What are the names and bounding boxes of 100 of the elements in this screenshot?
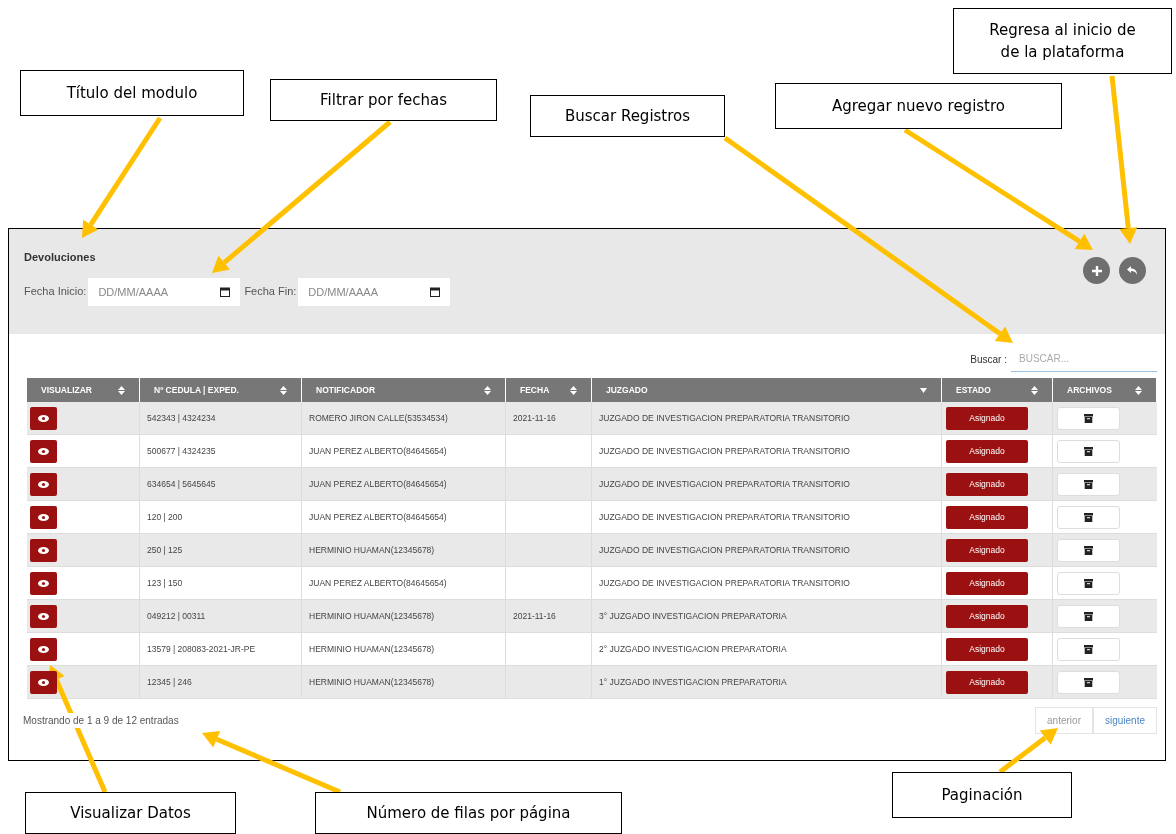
sort-icon: [484, 385, 491, 395]
status-badge: Asignado: [946, 439, 1028, 463]
callout-text: de la plataforma: [1000, 42, 1125, 63]
reply-arrow-icon: [1127, 265, 1138, 276]
table-cell: HERMINIO HUAMAN(12345678): [309, 676, 435, 689]
files-button[interactable]: [1057, 406, 1120, 430]
table-cell: 123 | 150: [147, 577, 183, 590]
table-cell: JUZGADO DE INVESTIGACION PREPARATORIA TRANSITORIO: [599, 478, 850, 491]
archive-icon: [1084, 545, 1093, 555]
archive-icon: [1084, 512, 1093, 522]
view-button[interactable]: [30, 505, 57, 529]
view-button[interactable]: [30, 439, 57, 463]
table-cell: 2° JUZGADO INVESTIGACION PREPARATORIA: [599, 643, 787, 656]
eye-icon: [38, 414, 49, 422]
pagination-button[interactable]: siguiente: [1092, 707, 1157, 734]
search-label: Buscar :: [970, 352, 1007, 367]
status-badge: Asignado: [946, 406, 1028, 430]
archive-icon: [1084, 644, 1093, 654]
table-cell: JUZGADO DE INVESTIGACION PREPARATORIA TRANSITORIO: [599, 577, 850, 590]
table-cell: JUAN PEREZ ALBERTO(84645654): [309, 511, 447, 524]
table-cell: JUZGADO DE INVESTIGACION PREPARATORIA TRANSITORIO: [599, 412, 850, 425]
status-badge: Asignado: [946, 637, 1028, 661]
search-field[interactable]: BUSCAR...: [1011, 346, 1157, 372]
table-cell: ROMERO JIRON CALLE(53534534): [309, 412, 448, 425]
table-cell: HERMINIO HUAMAN(12345678): [309, 544, 435, 557]
archive-icon: [1084, 446, 1093, 456]
table-cell: 2021-11-16: [513, 610, 556, 623]
status-badge: Asignado: [946, 571, 1028, 595]
files-button[interactable]: [1057, 670, 1120, 694]
table-cell: 500677 | 4324235: [147, 445, 216, 458]
view-button[interactable]: [30, 571, 57, 595]
eye-icon: [38, 579, 49, 587]
status-badge: Asignado: [946, 670, 1028, 694]
view-button[interactable]: [30, 670, 57, 694]
table-cell: JUAN PEREZ ALBERTO(84645654): [309, 478, 447, 491]
date-label: Fecha Inicio:: [24, 284, 87, 300]
status-badge: Asignado: [946, 505, 1028, 529]
table-cell: 634654 | 5645645: [147, 478, 216, 491]
table-cell: JUAN PEREZ ALBERTO(84645654): [309, 577, 447, 590]
date-field[interactable]: DD/MM/AAAA: [298, 277, 451, 306]
table-cell: 12345 | 246: [147, 676, 192, 689]
date-field[interactable]: DD/MM/AAAA: [88, 277, 241, 306]
module-title: Devoluciones: [24, 250, 96, 265]
sort-descending-icon: [920, 387, 927, 393]
table-cell: 1° JUZGADO INVESTIGACION PREPARATORIA: [599, 676, 787, 689]
back-button[interactable]: [1119, 257, 1146, 284]
view-button[interactable]: [30, 472, 57, 496]
sort-icon: [118, 385, 125, 395]
eye-icon: [38, 513, 49, 521]
callout-text: Filtrar por fechas: [320, 90, 447, 111]
table-cell: HERMINIO HUAMAN(12345678): [309, 610, 435, 623]
archive-icon: [1084, 479, 1093, 489]
callout-text: Regresa al inicio de: [989, 20, 1136, 41]
files-button[interactable]: [1057, 604, 1120, 628]
table-cell: 13579 | 208083-2021-JR-PE: [147, 643, 256, 656]
callout-text: Buscar Registros: [564, 106, 691, 127]
table-cell: HERMINIO HUAMAN(12345678): [309, 643, 435, 656]
table-cell: 049212 | 00311: [147, 610, 206, 623]
sort-icon: [570, 385, 577, 395]
eye-icon: [38, 546, 49, 554]
table-cell: 120 | 200: [147, 511, 183, 524]
add-button[interactable]: [1083, 257, 1110, 284]
view-button[interactable]: [30, 406, 57, 430]
table-cell: JUZGADO DE INVESTIGACION PREPARATORIA TRANSITORIO: [599, 544, 850, 557]
callout-text: Paginación: [941, 785, 1023, 806]
files-button[interactable]: [1057, 439, 1120, 463]
status-badge: Asignado: [946, 538, 1028, 562]
view-button[interactable]: [30, 604, 57, 628]
arrow: [998, 728, 1058, 774]
eye-icon: [38, 612, 49, 620]
status-badge: Asignado: [946, 472, 1028, 496]
table-cell: JUZGADO DE INVESTIGACION PREPARATORIA TRANSITORIO: [599, 511, 850, 524]
table-cell: JUAN PEREZ ALBERTO(84645654): [309, 445, 447, 458]
status-badge: Asignado: [946, 604, 1028, 628]
calendar-icon: [220, 286, 231, 297]
calendar-icon: [430, 286, 441, 297]
callout-text: Número de filas por página: [366, 803, 571, 824]
table-cell: 2021-11-16: [513, 412, 556, 425]
entries-info: Mostrando de 1 a 9 de 12 entradas: [23, 713, 179, 728]
plus-icon: [1091, 265, 1102, 276]
archive-icon: [1084, 413, 1093, 423]
archive-icon: [1084, 578, 1093, 588]
view-button[interactable]: [30, 538, 57, 562]
callout-text: Título del modulo: [66, 83, 198, 104]
eye-icon: [38, 480, 49, 488]
files-button[interactable]: [1057, 571, 1120, 595]
archive-icon: [1084, 611, 1093, 621]
table-cell: 250 | 125: [147, 544, 183, 557]
table-cell: JUZGADO DE INVESTIGACION PREPARATORIA TRANSITORIO: [599, 445, 850, 458]
eye-icon: [38, 678, 49, 686]
table-cell: 542343 | 4324234: [147, 412, 216, 425]
eye-icon: [38, 645, 49, 653]
files-button[interactable]: [1057, 637, 1120, 661]
eye-icon: [38, 447, 49, 455]
files-button[interactable]: [1057, 538, 1120, 562]
callout-text: Visualizar Datos: [70, 803, 191, 824]
files-button[interactable]: [1057, 505, 1120, 529]
archive-icon: [1084, 677, 1093, 687]
view-button[interactable]: [30, 637, 57, 661]
files-button[interactable]: [1057, 472, 1120, 496]
